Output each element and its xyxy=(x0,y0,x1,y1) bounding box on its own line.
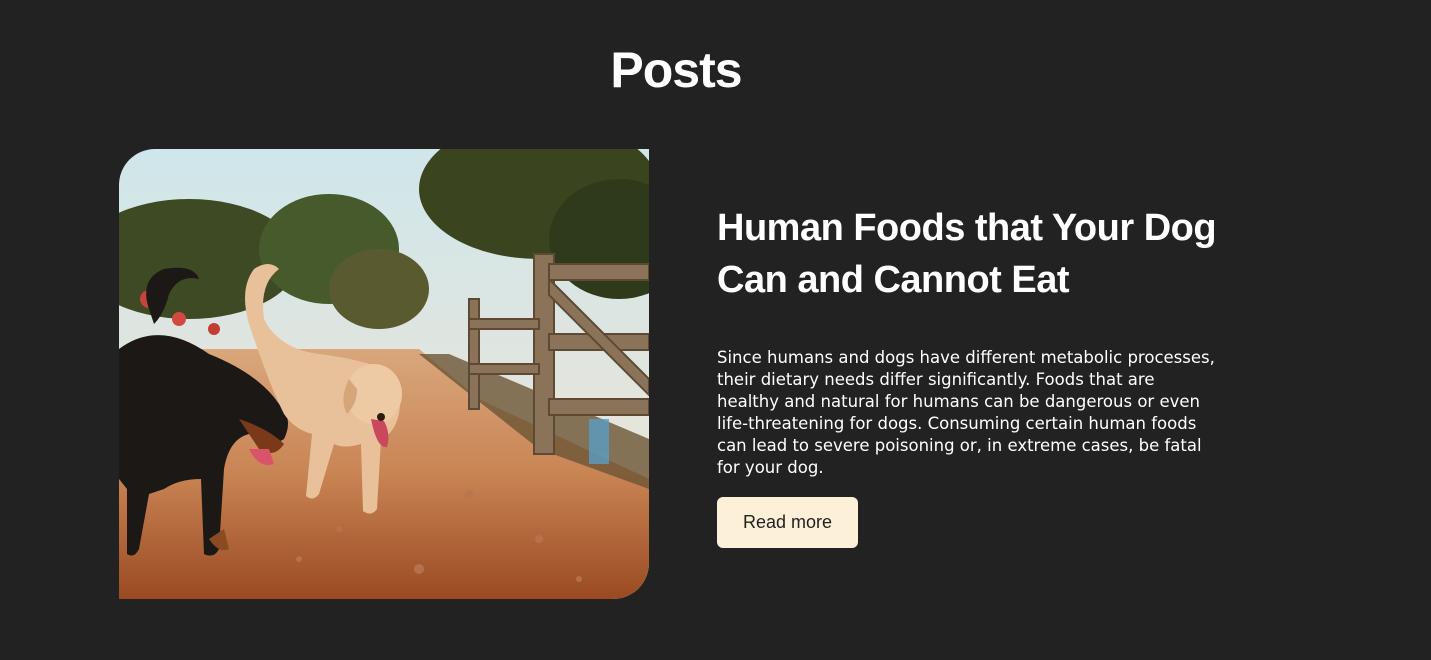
dogs-photo xyxy=(119,149,649,599)
post-excerpt: Since humans and dogs have different met… xyxy=(717,348,1215,477)
post-title[interactable]: Human Foods that Your Dog Can and Cannot… xyxy=(717,202,1237,306)
post-card: Human Foods that Your Dog Can and Cannot… xyxy=(0,0,1431,660)
read-more-button[interactable]: Read more xyxy=(717,497,858,548)
post-image[interactable] xyxy=(119,149,649,599)
